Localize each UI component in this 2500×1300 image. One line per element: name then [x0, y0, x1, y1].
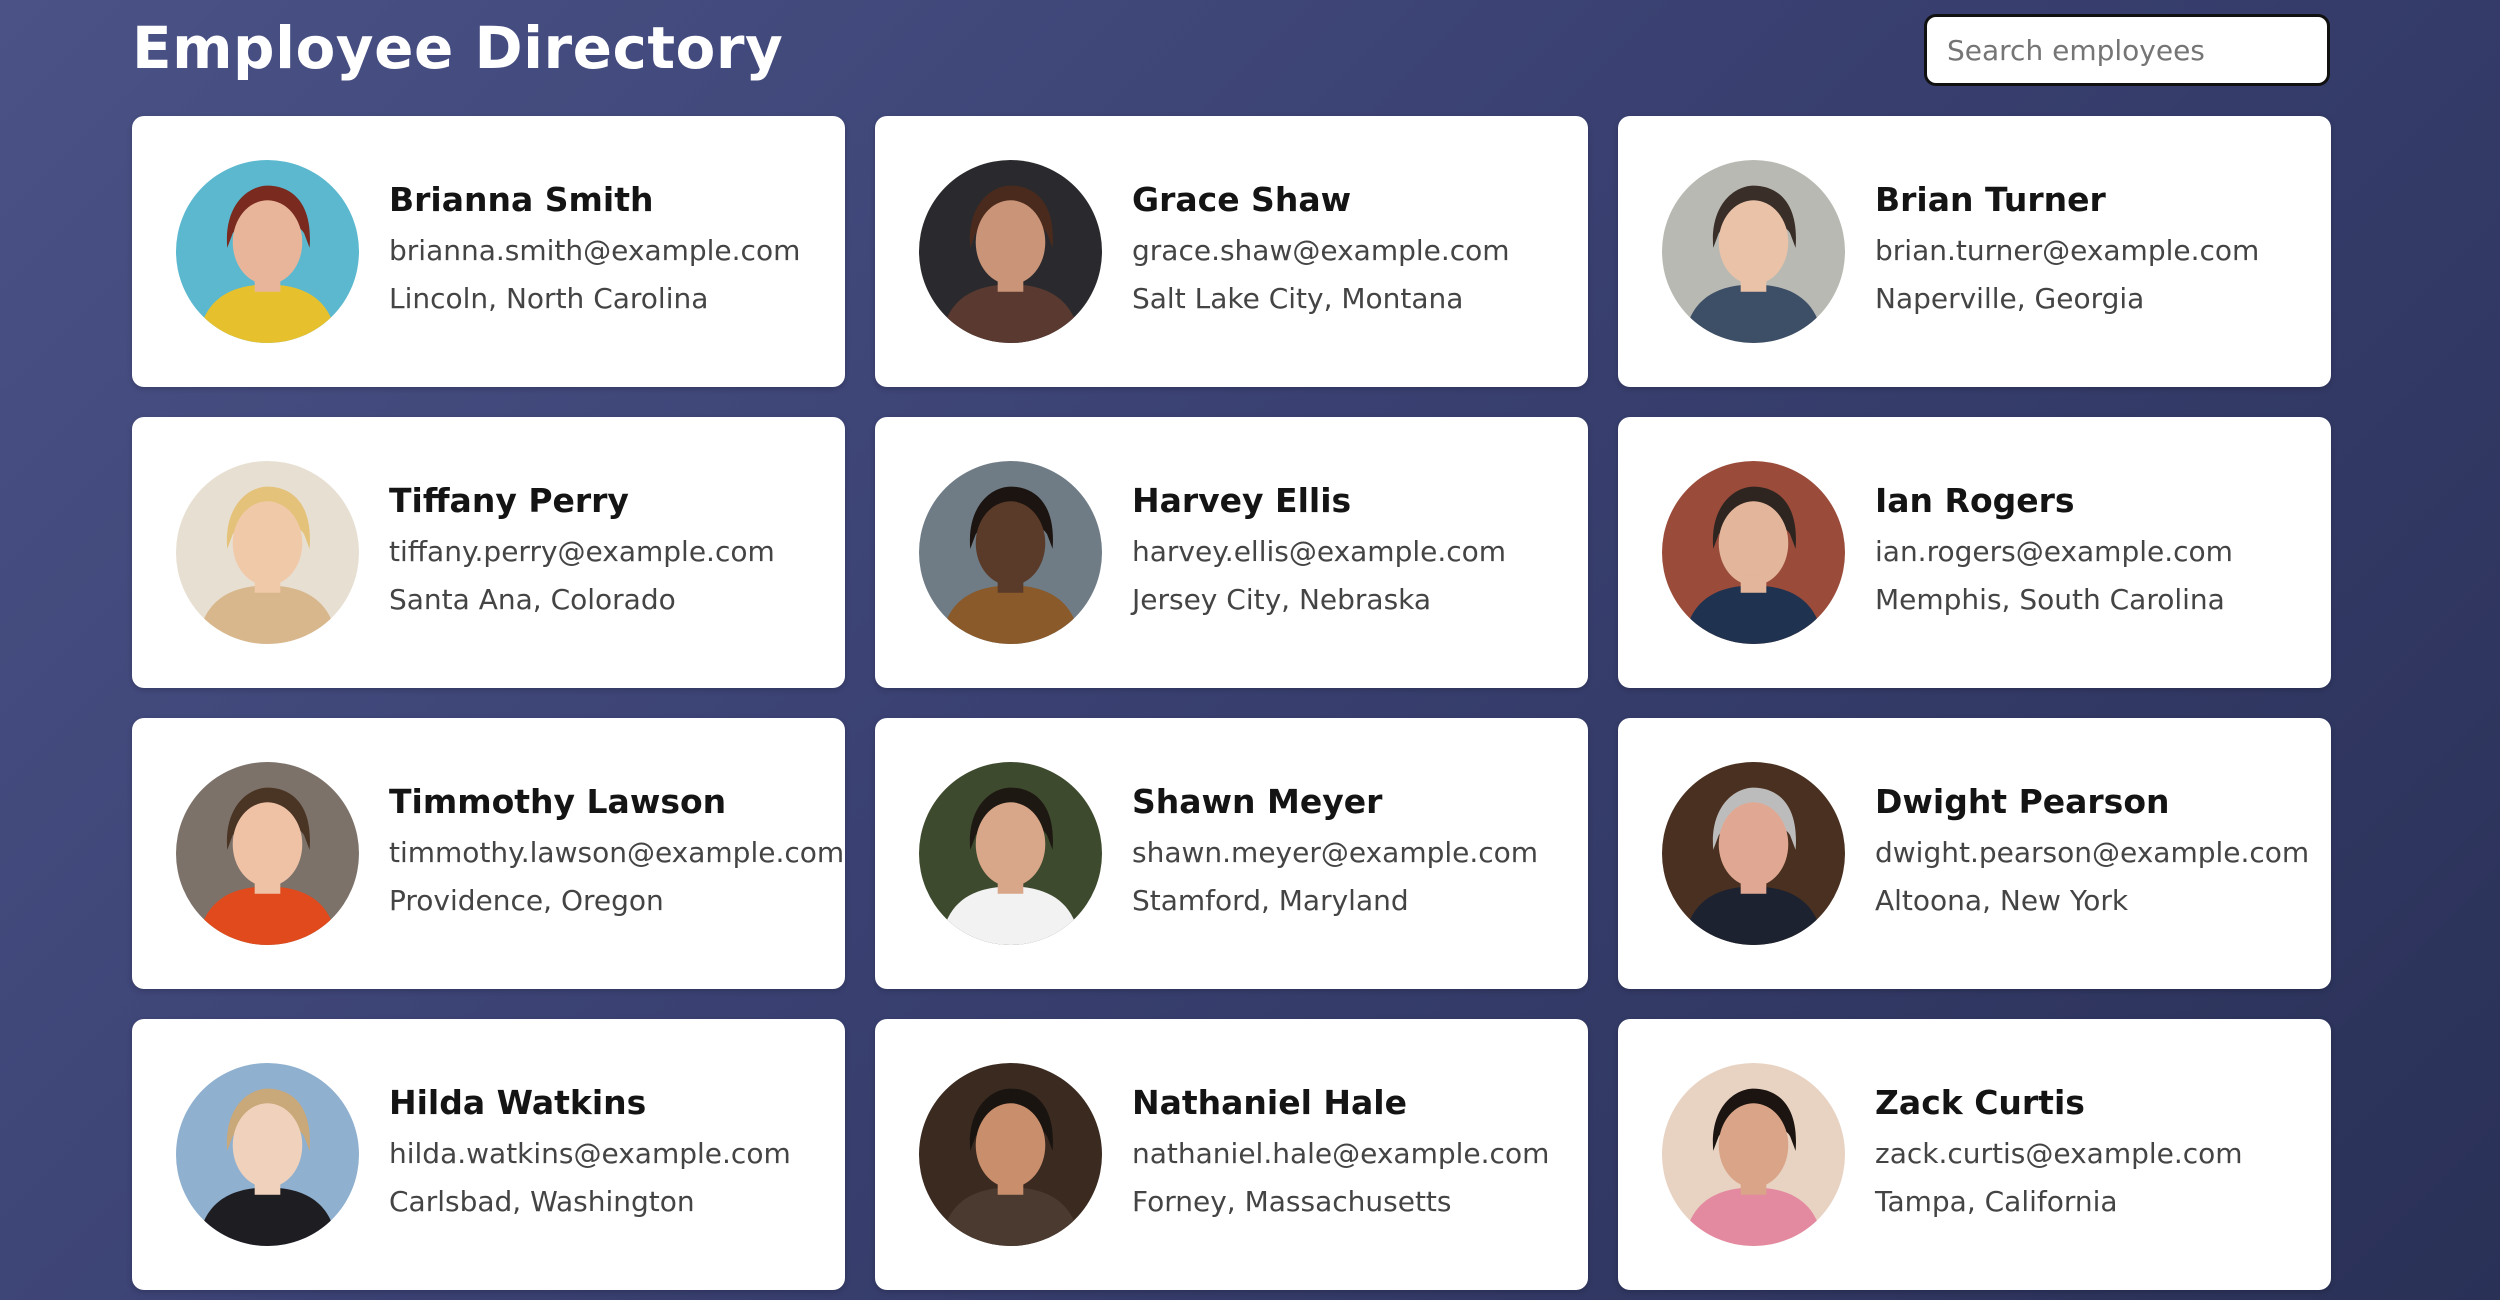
employee-name: Brianna Smith [389, 180, 654, 219]
employee-email: nathaniel.hale@example.com [1132, 1137, 1550, 1170]
employee-info: Dwight Pearson dwight.pearson@example.co… [1875, 780, 2321, 925]
avatar [176, 461, 359, 644]
avatar [919, 461, 1102, 644]
employee-card[interactable]: Dwight Pearson dwight.pearson@example.co… [1618, 718, 2331, 989]
avatar-image [919, 1063, 1102, 1246]
employee-name: Shawn Meyer [1132, 782, 1383, 821]
employee-email: zack.curtis@example.com [1875, 1137, 2243, 1170]
avatar-image [176, 160, 359, 343]
employee-email: hilda.watkins@example.com [389, 1137, 791, 1170]
employee-info: Timmothy Lawson timmothy.lawson@example.… [389, 780, 845, 925]
avatar-image [1662, 461, 1845, 644]
avatar-image [919, 461, 1102, 644]
employee-card[interactable]: Brian Turner brian.turner@example.com Na… [1618, 116, 2331, 387]
employee-email: dwight.pearson@example.com [1875, 836, 2310, 869]
avatar [1662, 461, 1845, 644]
avatar-image [1662, 1063, 1845, 1246]
employee-info: Shawn Meyer shawn.meyer@example.com Stam… [1132, 780, 1578, 925]
employee-card[interactable]: Harvey Ellis harvey.ellis@example.com Je… [875, 417, 1588, 688]
employee-card[interactable]: Brianna Smith brianna.smith@example.com … [132, 116, 845, 387]
employee-card[interactable]: Timmothy Lawson timmothy.lawson@example.… [132, 718, 845, 989]
employee-name: Grace Shaw [1132, 180, 1352, 219]
employee-email: brianna.smith@example.com [389, 234, 801, 267]
avatar-image [176, 762, 359, 945]
avatar [1662, 160, 1845, 343]
employee-info: Grace Shaw grace.shaw@example.com Salt L… [1132, 178, 1578, 323]
employee-name: Dwight Pearson [1875, 782, 2170, 821]
employee-location: Lincoln, North Carolina [389, 282, 709, 315]
employee-grid: Brianna Smith brianna.smith@example.com … [132, 116, 2332, 1290]
employee-info: Ian Rogers ian.rogers@example.com Memphi… [1875, 479, 2321, 624]
employee-name: Hilda Watkins [389, 1083, 647, 1122]
employee-card[interactable]: Zack Curtis zack.curtis@example.com Tamp… [1618, 1019, 2331, 1290]
employee-location: Altoona, New York [1875, 884, 2129, 917]
employee-location: Memphis, South Carolina [1875, 583, 2225, 616]
avatar [176, 762, 359, 945]
employee-card[interactable]: Nathaniel Hale nathaniel.hale@example.co… [875, 1019, 1588, 1290]
page-title: Employee Directory [132, 14, 784, 82]
employee-card[interactable]: Ian Rogers ian.rogers@example.com Memphi… [1618, 417, 2331, 688]
employee-location: Stamford, Maryland [1132, 884, 1409, 917]
employee-name: Harvey Ellis [1132, 481, 1352, 520]
employee-info: Nathaniel Hale nathaniel.hale@example.co… [1132, 1081, 1578, 1226]
employee-location: Santa Ana, Colorado [389, 583, 676, 616]
employee-email: brian.turner@example.com [1875, 234, 2260, 267]
employee-name: Ian Rogers [1875, 481, 2075, 520]
employee-info: Hilda Watkins hilda.watkins@example.com … [389, 1081, 835, 1226]
employee-info: Tiffany Perry tiffany.perry@example.com … [389, 479, 835, 624]
employee-card[interactable]: Grace Shaw grace.shaw@example.com Salt L… [875, 116, 1588, 387]
employee-card[interactable]: Shawn Meyer shawn.meyer@example.com Stam… [875, 718, 1588, 989]
employee-location: Jersey City, Nebraska [1132, 583, 1432, 616]
employee-email: grace.shaw@example.com [1132, 234, 1510, 267]
avatar [1662, 1063, 1845, 1246]
avatar-image [1662, 762, 1845, 945]
employee-info: Brian Turner brian.turner@example.com Na… [1875, 178, 2321, 323]
employee-info: Harvey Ellis harvey.ellis@example.com Je… [1132, 479, 1578, 624]
employee-email: ian.rogers@example.com [1875, 535, 2233, 568]
employee-location: Naperville, Georgia [1875, 282, 2145, 315]
avatar [176, 160, 359, 343]
search-input[interactable] [1924, 14, 2330, 86]
employee-name: Nathaniel Hale [1132, 1083, 1407, 1122]
avatar [919, 762, 1102, 945]
avatar [176, 1063, 359, 1246]
employee-card[interactable]: Hilda Watkins hilda.watkins@example.com … [132, 1019, 845, 1290]
avatar-image [176, 1063, 359, 1246]
employee-name: Tiffany Perry [389, 481, 629, 520]
employee-location: Forney, Massachusetts [1132, 1185, 1452, 1218]
avatar [919, 1063, 1102, 1246]
employee-location: Tampa, California [1875, 1185, 2118, 1218]
avatar-image [919, 160, 1102, 343]
avatar [1662, 762, 1845, 945]
employee-card[interactable]: Tiffany Perry tiffany.perry@example.com … [132, 417, 845, 688]
employee-email: tiffany.perry@example.com [389, 535, 775, 568]
avatar-image [919, 762, 1102, 945]
employee-info: Zack Curtis zack.curtis@example.com Tamp… [1875, 1081, 2321, 1226]
employee-info: Brianna Smith brianna.smith@example.com … [389, 178, 835, 323]
avatar [919, 160, 1102, 343]
employee-location: Salt Lake City, Montana [1132, 282, 1464, 315]
employee-location: Carlsbad, Washington [389, 1185, 695, 1218]
employee-email: harvey.ellis@example.com [1132, 535, 1507, 568]
avatar-image [1662, 160, 1845, 343]
employee-name: Zack Curtis [1875, 1083, 2085, 1122]
employee-name: Brian Turner [1875, 180, 2106, 219]
avatar-image [176, 461, 359, 644]
employee-email: shawn.meyer@example.com [1132, 836, 1539, 869]
employee-email: timmothy.lawson@example.com [389, 836, 845, 869]
employee-location: Providence, Oregon [389, 884, 664, 917]
employee-name: Timmothy Lawson [389, 782, 727, 821]
